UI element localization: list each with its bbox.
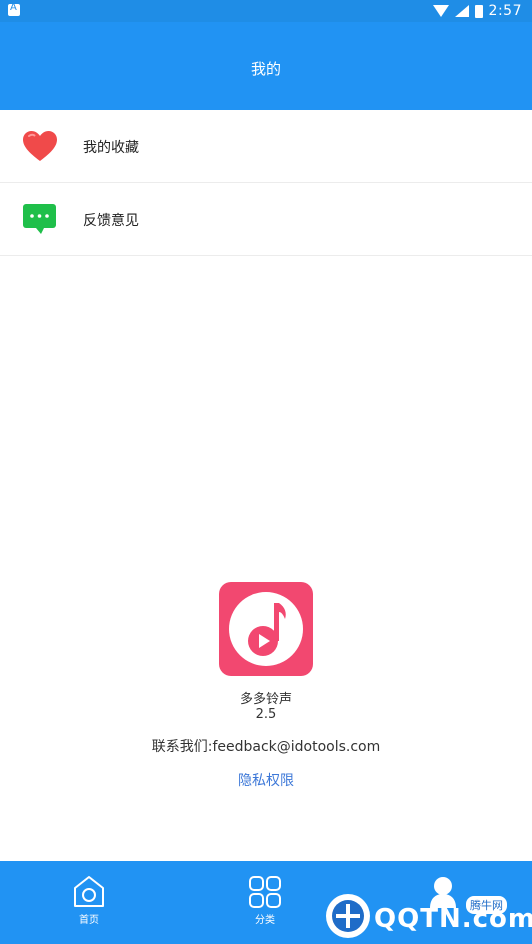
watermark-text: QQTN.com <box>374 904 532 934</box>
menu-item-favorites[interactable]: 我的收藏 <box>0 110 532 183</box>
battery-icon <box>474 4 483 18</box>
grid-icon <box>249 876 281 908</box>
status-bar: 2:57 <box>0 0 532 22</box>
music-note-icon <box>248 603 286 656</box>
contact-email: 联系我们:feedback@idotools.com <box>151 739 381 755</box>
app-header: 我的 <box>0 22 532 110</box>
watermark-badge: 腾牛网 <box>466 896 507 914</box>
privacy-link[interactable]: 隐私权限 <box>0 770 532 790</box>
app-logo <box>219 582 313 676</box>
app-name: 多多铃声 <box>239 692 292 707</box>
app-version: 2.5 <box>255 707 277 722</box>
nav-label: 首页 <box>79 915 99 926</box>
menu-item-label: 反馈意见 <box>83 213 139 229</box>
nav-label: 分类 <box>255 915 275 926</box>
chat-bubble-icon <box>23 204 56 234</box>
signal-icon <box>454 5 469 17</box>
status-time: 2:57 <box>488 3 522 19</box>
notification-icon <box>8 2 20 16</box>
watermark: QQTN.com 腾牛网 <box>322 886 532 944</box>
menu-item-label: 我的收藏 <box>83 140 139 156</box>
page-title: 我的 <box>250 60 281 78</box>
home-icon <box>74 876 104 907</box>
menu-list: 我的收藏 反馈意见 <box>0 110 532 256</box>
nav-item-category[interactable]: 分类 <box>225 875 305 926</box>
status-icons: 2:57 <box>432 2 522 20</box>
menu-item-feedback[interactable]: 反馈意见 <box>0 183 532 256</box>
watermark-logo-icon <box>326 894 370 938</box>
nav-item-home[interactable]: 首页 <box>49 875 129 926</box>
wifi-icon <box>432 5 449 17</box>
heart-icon <box>23 131 57 161</box>
